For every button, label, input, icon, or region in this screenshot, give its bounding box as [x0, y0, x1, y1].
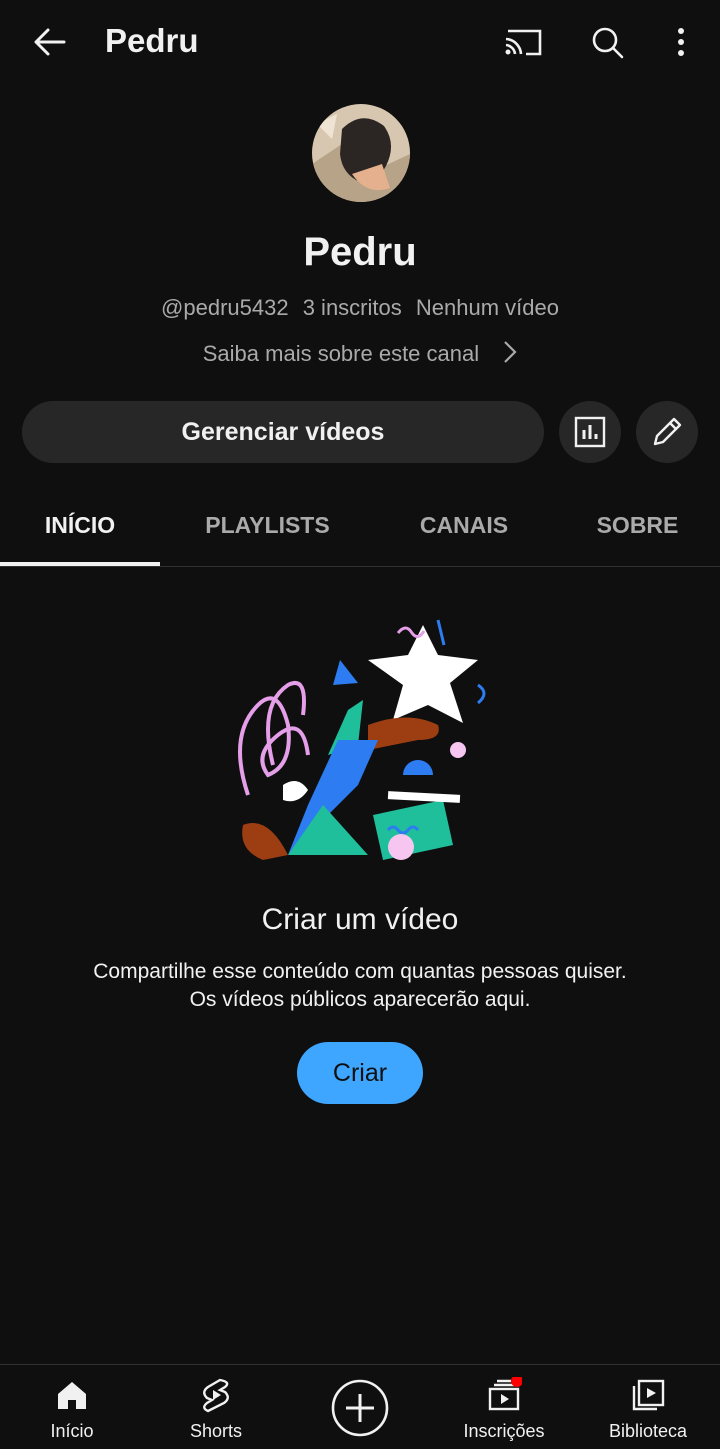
- about-channel-label: Saiba mais sobre este canal: [202, 340, 480, 366]
- subscriber-count: 3 inscritos: [302, 295, 402, 320]
- nav-subscriptions[interactable]: Inscrições: [432, 1365, 576, 1449]
- arrow-left-icon[interactable]: [28, 22, 72, 62]
- channel-name: Pedru: [303, 230, 417, 274]
- search-icon[interactable]: [586, 22, 630, 62]
- bottom-navigation: Início Shorts Inscrições Biblioteca: [0, 1364, 720, 1449]
- nav-shorts-label: Shorts: [189, 1421, 243, 1441]
- active-tab-indicator: [0, 562, 160, 566]
- empty-state-illustration: [228, 615, 492, 865]
- tab-sobre[interactable]: SOBRE: [580, 490, 695, 566]
- create-plus-icon: [331, 1379, 389, 1437]
- page-title: Pedru: [105, 22, 199, 59]
- edit-channel-button[interactable]: [636, 401, 698, 463]
- nav-shorts[interactable]: Shorts: [144, 1365, 288, 1449]
- channel-meta: @pedru5432 3 inscritos Nenhum vídeo: [0, 295, 720, 321]
- tab-canais[interactable]: CANAIS: [395, 490, 533, 566]
- channel-handle: @pedru5432: [161, 295, 289, 320]
- analytics-button[interactable]: [559, 401, 621, 463]
- empty-state-description-line2: Os vídeos públicos aparecerão aqui.: [189, 988, 531, 1011]
- tab-playlists[interactable]: PLAYLISTS: [180, 490, 355, 566]
- top-app-bar: Pedru: [0, 0, 720, 84]
- empty-state-title: Criar um vídeo: [261, 903, 459, 936]
- nav-home[interactable]: Início: [0, 1365, 144, 1449]
- avatar[interactable]: [312, 104, 410, 202]
- empty-state-description: Compartilhe esse conteúdo com quantas pe…: [0, 958, 720, 1014]
- nav-library-label: Biblioteca: [608, 1421, 688, 1441]
- create-button[interactable]: Criar: [297, 1042, 423, 1104]
- about-channel-link[interactable]: Saiba mais sobre este canal: [0, 340, 720, 370]
- empty-state-description-line1: Compartilhe esse conteúdo com quantas pe…: [93, 960, 627, 983]
- chevron-right-icon: [503, 340, 517, 370]
- nav-subscriptions-label: Inscrições: [463, 1421, 545, 1441]
- nav-library[interactable]: Biblioteca: [576, 1365, 720, 1449]
- nav-home-label: Início: [50, 1421, 94, 1441]
- tab-inicio[interactable]: INÍCIO: [0, 490, 160, 566]
- cast-icon[interactable]: [500, 22, 544, 62]
- nav-create[interactable]: [288, 1365, 432, 1449]
- manage-videos-button[interactable]: Gerenciar vídeos: [22, 401, 544, 463]
- home-icon: [54, 1377, 90, 1413]
- video-count: Nenhum vídeo: [415, 295, 559, 320]
- library-icon: [630, 1377, 666, 1413]
- subscriptions-icon: [486, 1375, 523, 1413]
- channel-tabs: INÍCIO PLAYLISTS CANAIS SOBRE: [0, 490, 720, 567]
- more-vert-icon[interactable]: [660, 22, 704, 62]
- shorts-icon: [198, 1377, 234, 1413]
